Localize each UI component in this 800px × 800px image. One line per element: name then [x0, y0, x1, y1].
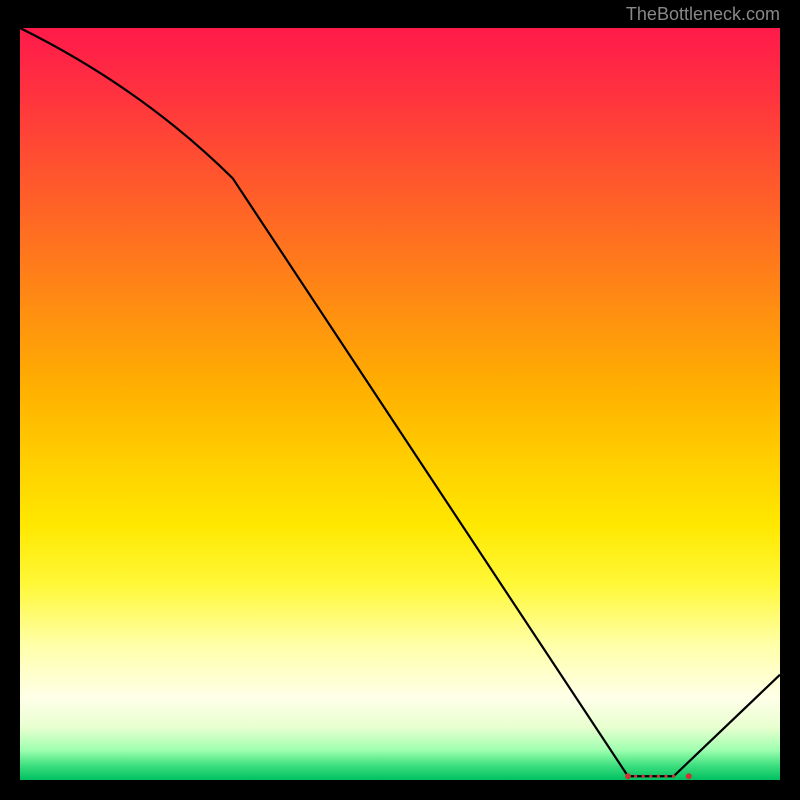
watermark-text: TheBottleneck.com	[626, 4, 780, 25]
bottleneck-chart	[20, 28, 780, 780]
data-point-markers	[625, 773, 692, 779]
data-point-marker	[686, 773, 692, 779]
data-point-marker	[625, 773, 631, 779]
data-point-marker	[672, 775, 675, 778]
data-point-marker	[642, 775, 645, 778]
data-point-marker	[634, 775, 637, 778]
bottleneck-curve-line	[20, 28, 780, 776]
data-point-marker	[657, 775, 660, 778]
data-point-marker	[649, 775, 652, 778]
data-point-marker	[664, 775, 667, 778]
